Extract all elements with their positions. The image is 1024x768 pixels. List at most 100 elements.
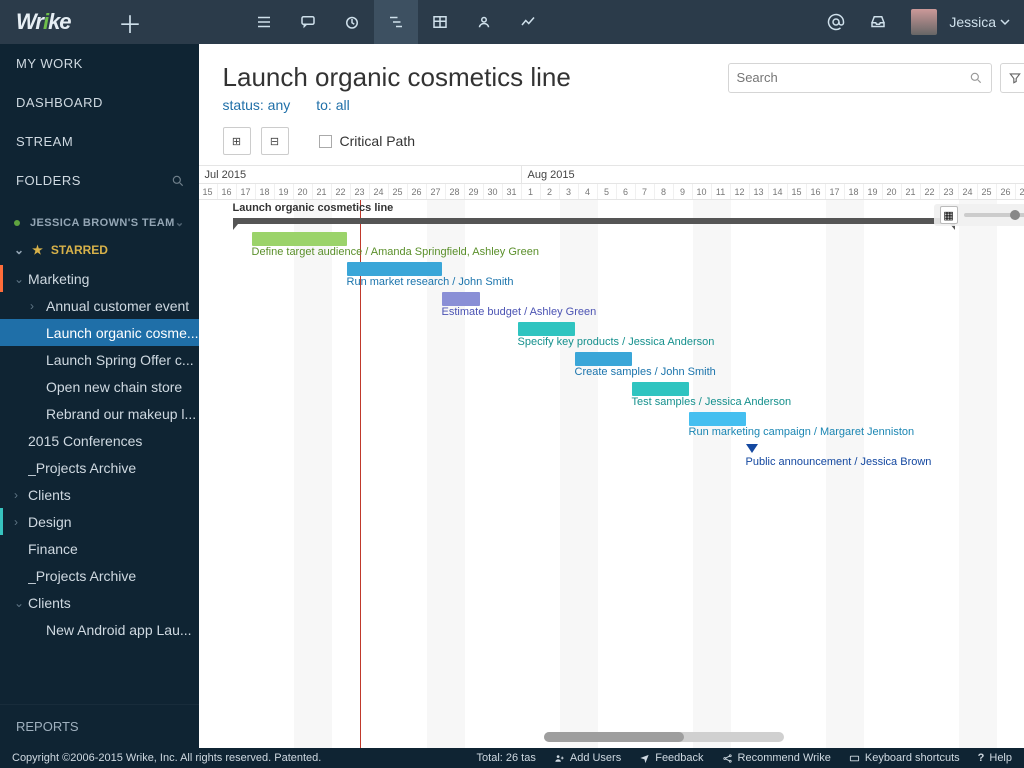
gantt-summary-bar[interactable] bbox=[233, 218, 955, 224]
tree-item-label: Clients bbox=[28, 487, 71, 503]
critical-path-label: Critical Path bbox=[340, 133, 415, 149]
tree-archive[interactable]: _Projects Archive bbox=[0, 562, 199, 589]
nav-folders-label: FOLDERS bbox=[16, 173, 81, 188]
tree-item-label: Annual customer event bbox=[46, 298, 189, 314]
shortcuts-link[interactable]: Keyboard shortcuts bbox=[849, 752, 960, 764]
tree-item-label: Design bbox=[28, 514, 72, 530]
inbox-icon[interactable] bbox=[859, 0, 897, 44]
total-tasks: Total: 26 tas bbox=[477, 752, 536, 764]
zoom-mode-button[interactable]: ▦ bbox=[940, 206, 958, 224]
gantt-task-label: Run market research / John Smith bbox=[347, 276, 514, 288]
nav-stream[interactable]: STREAM bbox=[0, 122, 199, 161]
zoom-control[interactable]: ▦ ▭ ⛶ bbox=[934, 204, 1024, 226]
collapse-all-button[interactable]: ⊟ bbox=[261, 127, 289, 155]
help-label: Help bbox=[989, 752, 1012, 764]
checkbox-icon bbox=[319, 135, 332, 148]
chevron-right-icon: › bbox=[30, 299, 34, 313]
avatar[interactable] bbox=[911, 9, 937, 35]
view-workload-icon[interactable] bbox=[462, 0, 506, 44]
tree-item-label: Open new chain store bbox=[46, 379, 182, 395]
starred-header[interactable]: ⌄ ★ STARRED bbox=[0, 235, 199, 265]
tree-archive[interactable]: _Projects Archive bbox=[0, 454, 199, 481]
page-title: Launch organic cosmetics line bbox=[223, 62, 571, 93]
gantt-milestone-label: Public announcement / Jessica Brown bbox=[746, 456, 932, 468]
gantt-task-label: Define target audience / Amanda Springfi… bbox=[252, 246, 539, 258]
view-chat-icon[interactable] bbox=[286, 0, 330, 44]
filter-button[interactable] bbox=[1000, 63, 1024, 93]
filter-status[interactable]: status: any bbox=[223, 97, 291, 113]
view-timer-icon[interactable] bbox=[330, 0, 374, 44]
nav-my-work[interactable]: MY WORK bbox=[0, 44, 199, 83]
create-button[interactable]: ＋ bbox=[108, 0, 152, 44]
tree-finance[interactable]: Finance bbox=[0, 535, 199, 562]
gantt-task-label: Estimate budget / Ashley Green bbox=[442, 306, 597, 318]
tree-item-label: _Projects Archive bbox=[28, 568, 136, 584]
gantt-milestone[interactable] bbox=[746, 444, 758, 453]
username-label: Jessica bbox=[949, 14, 996, 30]
tree-item[interactable]: Open new chain store bbox=[0, 373, 199, 400]
recommend-label: Recommend Wrike bbox=[738, 752, 831, 764]
gantt-task-bar[interactable] bbox=[689, 412, 746, 426]
recommend-link[interactable]: Recommend Wrike bbox=[722, 752, 831, 764]
nav-dashboard[interactable]: DASHBOARD bbox=[0, 83, 199, 122]
chevron-down-icon: ⌄ bbox=[14, 243, 24, 257]
nav-folders[interactable]: FOLDERS bbox=[0, 161, 199, 200]
view-analytics-icon[interactable] bbox=[506, 0, 550, 44]
tree-item[interactable]: Launch Spring Offer c... bbox=[0, 346, 199, 373]
gantt-task-label: Create samples / John Smith bbox=[575, 366, 716, 378]
view-gantt-icon[interactable] bbox=[374, 0, 418, 44]
gantt-task-bar[interactable] bbox=[252, 232, 347, 246]
user-menu[interactable]: Jessica bbox=[949, 14, 1010, 30]
starred-label: STARRED bbox=[51, 243, 108, 257]
tree-item-label: 2015 Conferences bbox=[28, 433, 142, 449]
gantt-task-bar[interactable] bbox=[347, 262, 442, 276]
critical-path-toggle[interactable]: Critical Path bbox=[319, 133, 415, 149]
tree-item-label: New Android app Lau... bbox=[46, 622, 192, 638]
search-icon[interactable] bbox=[171, 174, 185, 188]
add-users-link[interactable]: Add Users bbox=[554, 752, 621, 764]
chevron-down-icon: ⌄ bbox=[175, 216, 185, 229]
search-input[interactable] bbox=[737, 70, 969, 85]
view-list-icon[interactable] bbox=[242, 0, 286, 44]
view-table-icon[interactable] bbox=[418, 0, 462, 44]
feedback-label: Feedback bbox=[655, 752, 703, 764]
tree-design[interactable]: › Design bbox=[0, 508, 199, 535]
tree-item-label: Launch Spring Offer c... bbox=[46, 352, 194, 368]
gantt-task-bar[interactable] bbox=[632, 382, 689, 396]
search-icon bbox=[969, 71, 983, 85]
tree-clients2[interactable]: ⌄Clients bbox=[0, 589, 199, 616]
mentions-icon[interactable] bbox=[817, 0, 855, 44]
star-icon: ★ bbox=[32, 243, 43, 257]
zoom-slider[interactable] bbox=[964, 213, 1024, 217]
gantt-task-bar[interactable] bbox=[518, 322, 575, 336]
gantt-task-bar[interactable] bbox=[575, 352, 632, 366]
copyright: Copyright ©2006-2015 Wrike, Inc. All rig… bbox=[12, 752, 321, 764]
tree-item-label: Clients bbox=[28, 595, 71, 611]
tree-item[interactable]: › Annual customer event bbox=[0, 292, 199, 319]
tree-marketing[interactable]: ⌄Marketing bbox=[0, 265, 199, 292]
chevron-right-icon: › bbox=[14, 488, 18, 502]
logo[interactable]: Wrike bbox=[0, 9, 108, 35]
chevron-down-icon: ⌄ bbox=[14, 272, 24, 286]
nav-reports[interactable]: REPORTS bbox=[0, 704, 199, 748]
gantt-task-bar[interactable] bbox=[442, 292, 480, 306]
chevron-right-icon: › bbox=[14, 515, 18, 529]
tree-item[interactable]: New Android app Lau... bbox=[0, 616, 199, 643]
tree-item-label: Rebrand our makeup l... bbox=[46, 406, 196, 422]
team-header[interactable]: JESSICA BROWN'S TEAM ⌄ bbox=[0, 210, 199, 235]
tree-item-selected[interactable]: Launch organic cosme... bbox=[0, 319, 199, 346]
gantt-summary-label: Launch organic cosmetics line bbox=[233, 202, 394, 214]
team-indicator-icon bbox=[14, 220, 20, 226]
gantt-task-label: Specify key products / Jessica Anderson bbox=[518, 336, 715, 348]
tree-conferences[interactable]: 2015 Conferences bbox=[0, 427, 199, 454]
filter-assignee[interactable]: to: all bbox=[316, 97, 349, 113]
tree-item[interactable]: Rebrand our makeup l... bbox=[0, 400, 199, 427]
tree-item-label: Launch organic cosme... bbox=[46, 325, 199, 341]
horizontal-scrollbar[interactable] bbox=[544, 732, 784, 742]
team-label: JESSICA BROWN'S TEAM bbox=[30, 217, 175, 229]
tree-clients[interactable]: › Clients bbox=[0, 481, 199, 508]
help-link[interactable]: ?Help bbox=[978, 752, 1012, 764]
shortcuts-label: Keyboard shortcuts bbox=[865, 752, 960, 764]
expand-all-button[interactable]: ⊞ bbox=[223, 127, 251, 155]
feedback-link[interactable]: Feedback bbox=[639, 752, 703, 764]
